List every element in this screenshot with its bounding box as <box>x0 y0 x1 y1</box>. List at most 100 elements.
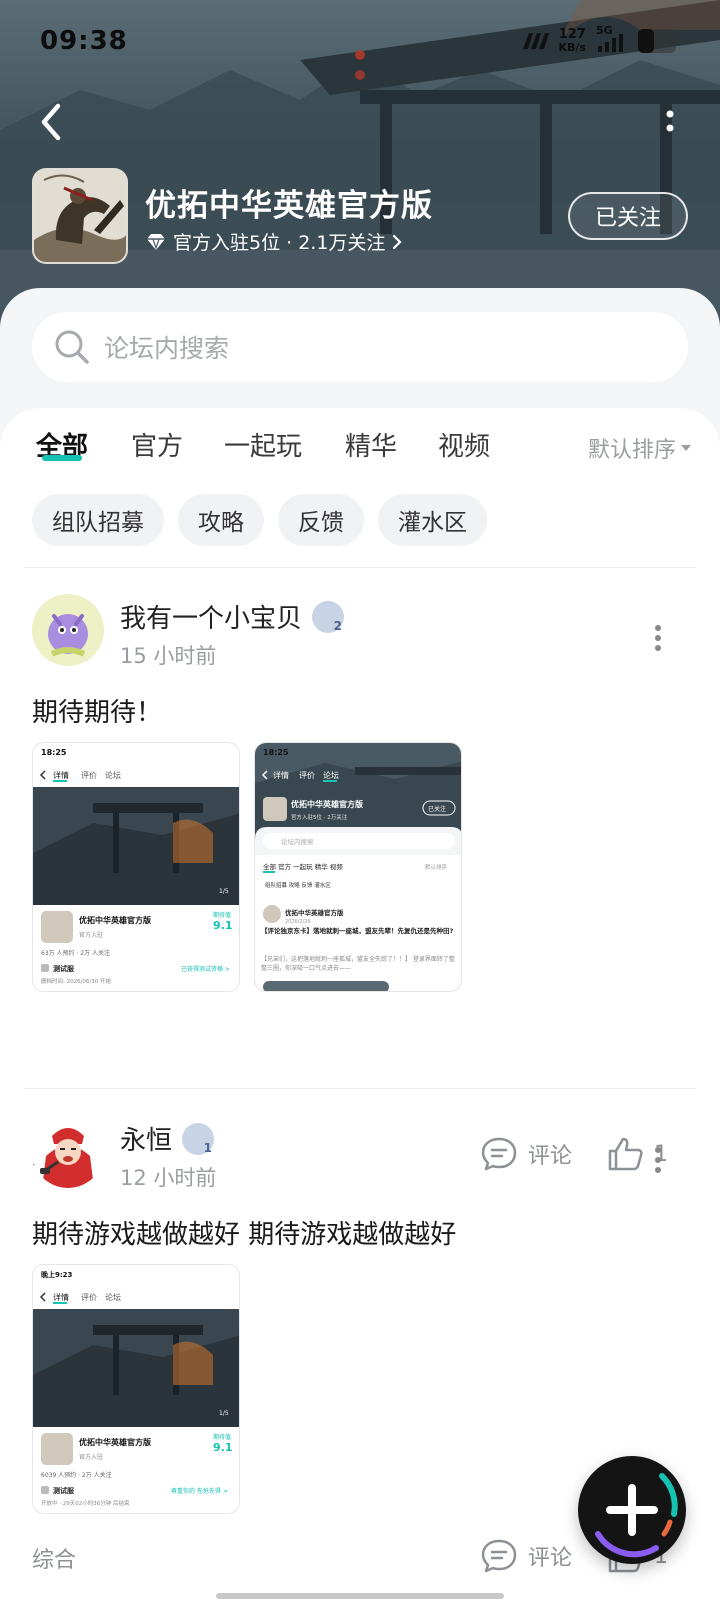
thumb-time: 18:25 <box>263 748 289 757</box>
thumb-link: 已获得测试资格 > <box>181 965 230 973</box>
thumb-score: 9.1 <box>213 919 233 932</box>
thumb-title: 优拓中华英雄官方版 <box>79 915 151 925</box>
home-indicator[interactable] <box>216 1593 504 1599</box>
thumb-tab: 评价 <box>299 771 315 780</box>
app-title: 优拓中华英雄官方版 <box>145 188 433 224</box>
level-badge-icon: 2 <box>312 600 345 633</box>
thumb-stats: 6039 人预约 · 2万 人关注 <box>41 1471 112 1479</box>
comment-icon <box>481 1137 517 1171</box>
back-icon[interactable] <box>36 102 68 142</box>
thumb-chips: 组队招募 攻略 反馈 灌水区 <box>265 881 331 889</box>
tab-all[interactable]: 全部 <box>36 426 88 463</box>
search-placeholder: 论坛内搜索 <box>104 334 230 363</box>
tab-official[interactable]: 官方 <box>131 426 183 463</box>
tab-label: 精华 <box>345 432 398 462</box>
tab-bar: 全部 官方 一起玩 精华 视频 默认排序 <box>36 426 692 486</box>
header-banner: 09:38 127 KB/s 5G 优拓中华英雄官方版 官方入驻5位 · 2.1… <box>0 0 720 330</box>
avatar[interactable] <box>32 594 104 666</box>
thumb-page: 1/5 <box>219 888 229 895</box>
follow-button[interactable]: 已关注 <box>568 192 688 240</box>
thumb-server: 测试服 <box>53 964 75 973</box>
thumb-sub: 官方入驻 <box>79 1453 103 1461</box>
diamond-icon <box>147 233 165 250</box>
comment-button[interactable]: 评论 <box>480 1538 572 1574</box>
thumb-follow: 已关注 <box>428 805 446 813</box>
app-meta-text: 官方入驻5位 · 2.1万关注 <box>173 232 386 254</box>
post-category[interactable]: 综合 <box>32 1542 76 1574</box>
thumb-sub: 官方入驻 <box>79 931 103 939</box>
level-value: 2 <box>333 618 343 633</box>
plus-icon <box>595 1473 678 1558</box>
new-post-button[interactable] <box>578 1456 686 1564</box>
divider <box>24 1088 696 1089</box>
tab-label: 视频 <box>438 432 491 462</box>
thumb-tab: 论坛 <box>323 770 339 780</box>
net-speed-unit: KB/s <box>558 41 586 54</box>
thumb-time: 晚上9:23 <box>41 1270 73 1279</box>
screenshot-thumbnail: 18:25 详情 评价 论坛 1/5 优拓中华英雄官方版 官方入驻 期待值 9.… <box>33 743 239 991</box>
sort-label: 默认排序 <box>587 438 676 463</box>
warrior-horse-art <box>34 170 126 262</box>
post-time: 15 小时前 <box>120 644 217 668</box>
chip-team-recruit[interactable]: 组队招募 <box>32 494 164 546</box>
tab-video[interactable]: 视频 <box>438 426 490 463</box>
thumb-server-note: 开放中 · 29天02小时36分钟 后结束 <box>41 1499 130 1507</box>
thumb-tab: 详情 <box>53 1292 69 1302</box>
thumb-title: 优拓中华英雄官方版 <box>291 799 363 809</box>
thumb-page: 1/5 <box>219 1410 229 1417</box>
search-icon <box>55 330 89 364</box>
opera-avatar-art <box>32 1116 104 1188</box>
post-text: 期待期待！ <box>32 698 163 728</box>
thumb-tab: 评价 <box>81 771 97 780</box>
thumb-tab: 详情 <box>53 770 69 780</box>
comment-button[interactable]: 评论 <box>480 1136 572 1172</box>
divider <box>24 567 696 568</box>
caret-down-icon <box>681 445 691 451</box>
thumb-link: 尊重你的 先抢先得 > <box>171 1487 228 1495</box>
author-name[interactable]: 我有一个小宝贝 <box>120 598 302 635</box>
level-badge-icon: 1 <box>182 1122 215 1155</box>
comment-label: 评论 <box>528 1144 573 1169</box>
thumb-score: 9.1 <box>213 1441 233 1454</box>
tab-featured[interactable]: 精华 <box>345 426 397 463</box>
avatar[interactable] <box>32 1116 104 1188</box>
net-speed-value: 127 <box>558 27 586 42</box>
thumb-post-body: 【兄弟们，这把落地就刺一座孤城，盟友全失踪了！！】 登录界面转了整整三圈，你深吸… <box>261 956 455 972</box>
thumb-post-author: 优拓中华英雄官方版 <box>285 908 344 917</box>
comment-label: 评论 <box>528 1546 573 1571</box>
status-time: 09:38 <box>40 26 128 56</box>
thumb-tab: 论坛 <box>105 770 121 780</box>
chip-chat[interactable]: 灌水区 <box>378 494 487 546</box>
content-sheet: 论坛内搜索 全部 官方 一起玩 精华 视频 默认排序 组队招募 攻略 反馈 灌水… <box>0 288 720 1605</box>
tab-play-together[interactable]: 一起玩 <box>224 426 302 463</box>
app-icon[interactable] <box>32 168 128 264</box>
thumb-server-note: 删档时间: 2026/06/30 开始 <box>41 977 112 985</box>
author-name[interactable]: 永恒 <box>120 1120 172 1157</box>
search-bar[interactable]: 论坛内搜索 <box>32 312 688 382</box>
app-meta-row[interactable]: 官方入驻5位 · 2.1万关注 <box>145 228 403 255</box>
thumb-tab: 评价 <box>81 1293 97 1302</box>
sort-dropdown[interactable]: 默认排序 <box>588 432 692 464</box>
thumb-sort: 默认排序 <box>425 863 448 871</box>
post-text: 期待游戏越做越好 期待游戏越做越好 <box>32 1220 457 1250</box>
category-chips: 组队招募 攻略 反馈 灌水区 <box>32 494 487 546</box>
post-more-icon[interactable] <box>654 1146 662 1174</box>
comment-icon <box>481 1539 517 1573</box>
monster-avatar-art <box>32 594 104 666</box>
more-vertical-icon[interactable] <box>664 108 676 140</box>
post-more-icon[interactable] <box>654 624 662 652</box>
post-image[interactable]: 18:25 详情 评价 论坛 1/5 优拓中华英雄官方版 官方入驻 期待值 9.… <box>32 742 240 992</box>
post-image[interactable]: 晚上9:23 详情 评价 论坛 1/5 优拓中华英雄官方版 官方入驻 期待值 9… <box>32 1264 240 1514</box>
status-bar: 09:38 127 KB/s 5G <box>40 22 680 62</box>
tab-label: 一起玩 <box>224 432 303 462</box>
thumb-score-label: 期待值 <box>213 1433 231 1441</box>
post-image[interactable]: 18:25 详情 评价 论坛 优拓中华英雄官方版 官方入驻5位 · 2万关注 已… <box>254 742 462 992</box>
chevron-right-icon <box>393 234 402 249</box>
chip-feedback[interactable]: 反馈 <box>278 494 364 546</box>
battery-icon <box>638 29 676 53</box>
chip-guide[interactable]: 攻略 <box>178 494 264 546</box>
hyper-icon <box>522 33 549 49</box>
network-type: 5G <box>596 24 613 37</box>
post-time: 12 小时前 <box>120 1166 217 1190</box>
screenshot-thumbnail: 晚上9:23 详情 评价 论坛 1/5 优拓中华英雄官方版 官方入驻 期待值 9… <box>33 1265 239 1513</box>
